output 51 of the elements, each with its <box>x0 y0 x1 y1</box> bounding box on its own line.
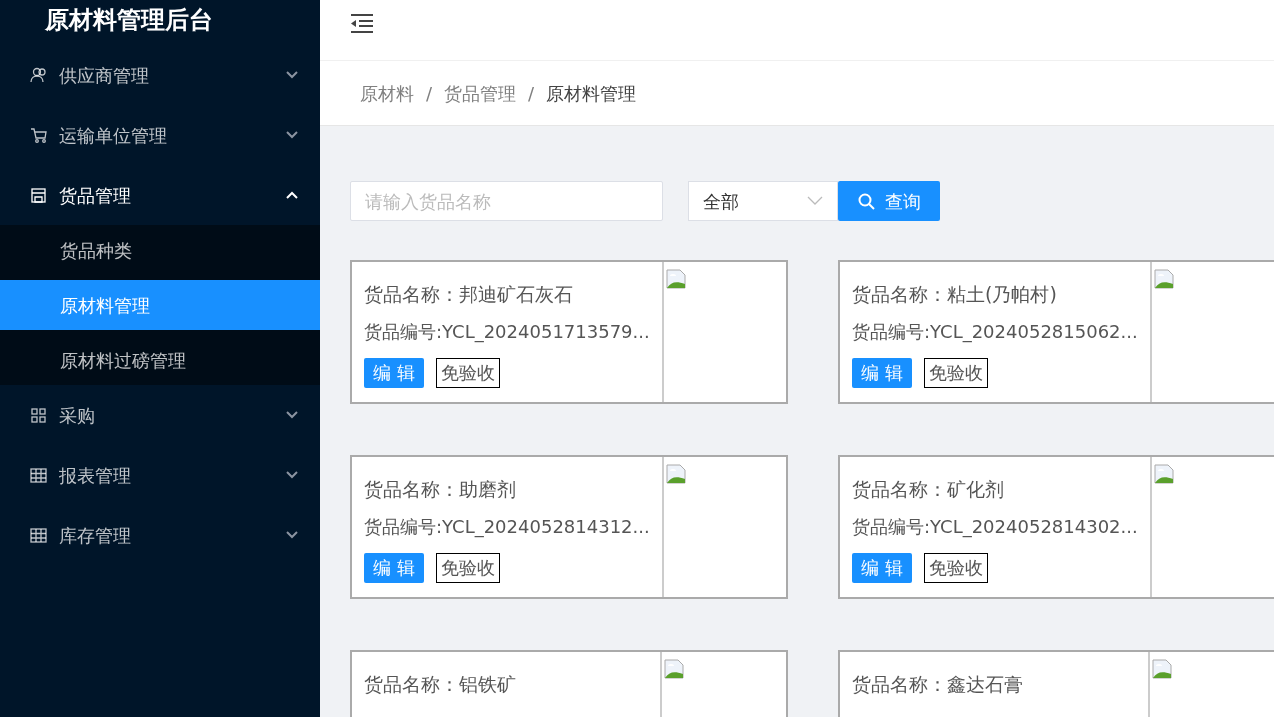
status-tag: 免验收 <box>923 358 988 388</box>
chevron-down-icon <box>286 471 298 479</box>
broken-image-icon <box>665 269 686 289</box>
sidebar-item[interactable]: 库存管理 <box>0 505 320 565</box>
sidebar-item[interactable]: 运输单位管理 <box>0 105 320 165</box>
product-code: 货品编号:YCL_2024051713579... <box>364 320 650 345</box>
cart-icon <box>30 126 47 144</box>
status-select[interactable]: 全部 <box>688 181 838 221</box>
product-name: 货品名称：邦迪矿石灰石 <box>364 282 574 307</box>
product-code: 货品编号:YCL_2024052815062... <box>852 320 1138 345</box>
store-icon <box>30 186 47 204</box>
product-name: 货品名称：鑫达石膏 <box>852 672 1024 697</box>
chevron-up-icon <box>286 191 298 199</box>
broken-image-icon <box>1152 659 1172 679</box>
sidebar-item[interactable]: 采购 <box>0 385 320 445</box>
app-title: 原材料管理后台 <box>44 5 214 36</box>
status-tag: 免验收 <box>435 553 500 583</box>
table-icon <box>30 466 47 484</box>
broken-image-icon <box>664 659 684 679</box>
breadcrumb-item: 原材料管理 <box>546 81 637 106</box>
chevron-down-icon <box>286 411 298 419</box>
product-name: 货品名称：粘土(乃帕村) <box>852 282 1058 307</box>
sidebar-item[interactable]: 货品管理 <box>0 165 320 225</box>
breadcrumb-item[interactable]: 原材料 <box>360 79 414 107</box>
product-code: 货品编号:YCL_2024052814312... <box>364 515 650 540</box>
chevron-down-icon <box>807 196 823 206</box>
search-field[interactable]: 请输入货品名称 <box>350 181 663 221</box>
product-name: 货品名称：矿化剂 <box>852 477 1005 502</box>
chevron-down-icon <box>286 131 298 139</box>
breadcrumb-item[interactable]: 货品管理 <box>444 79 517 107</box>
submenu-item[interactable]: 原材料过磅管理 <box>0 335 320 385</box>
grid-icon <box>30 406 47 424</box>
status-tag: 免验收 <box>435 358 500 388</box>
users-icon <box>30 66 47 84</box>
chevron-down-icon <box>286 71 298 79</box>
status-tag: 免验收 <box>923 553 988 583</box>
product-name: 货品名称：铝铁矿 <box>364 672 517 697</box>
table-icon <box>30 526 47 544</box>
sidebar-item[interactable]: 报表管理 <box>0 445 320 505</box>
breadcrumb-separator: / <box>528 81 535 106</box>
breadcrumb-separator: / <box>426 81 433 106</box>
product-name: 货品名称：助磨剂 <box>364 477 517 502</box>
sidebar-item[interactable]: 供应商管理 <box>0 45 320 105</box>
product-code: 货品编号:YCL_2024052814302... <box>852 515 1138 540</box>
broken-image-icon <box>1153 464 1174 484</box>
submenu-item[interactable]: 货品种类 <box>0 225 320 275</box>
menu-fold-icon[interactable] <box>350 13 374 33</box>
search-icon <box>857 192 875 210</box>
broken-image-icon <box>1153 269 1174 289</box>
broken-image-icon <box>665 464 686 484</box>
chevron-down-icon <box>286 531 298 539</box>
